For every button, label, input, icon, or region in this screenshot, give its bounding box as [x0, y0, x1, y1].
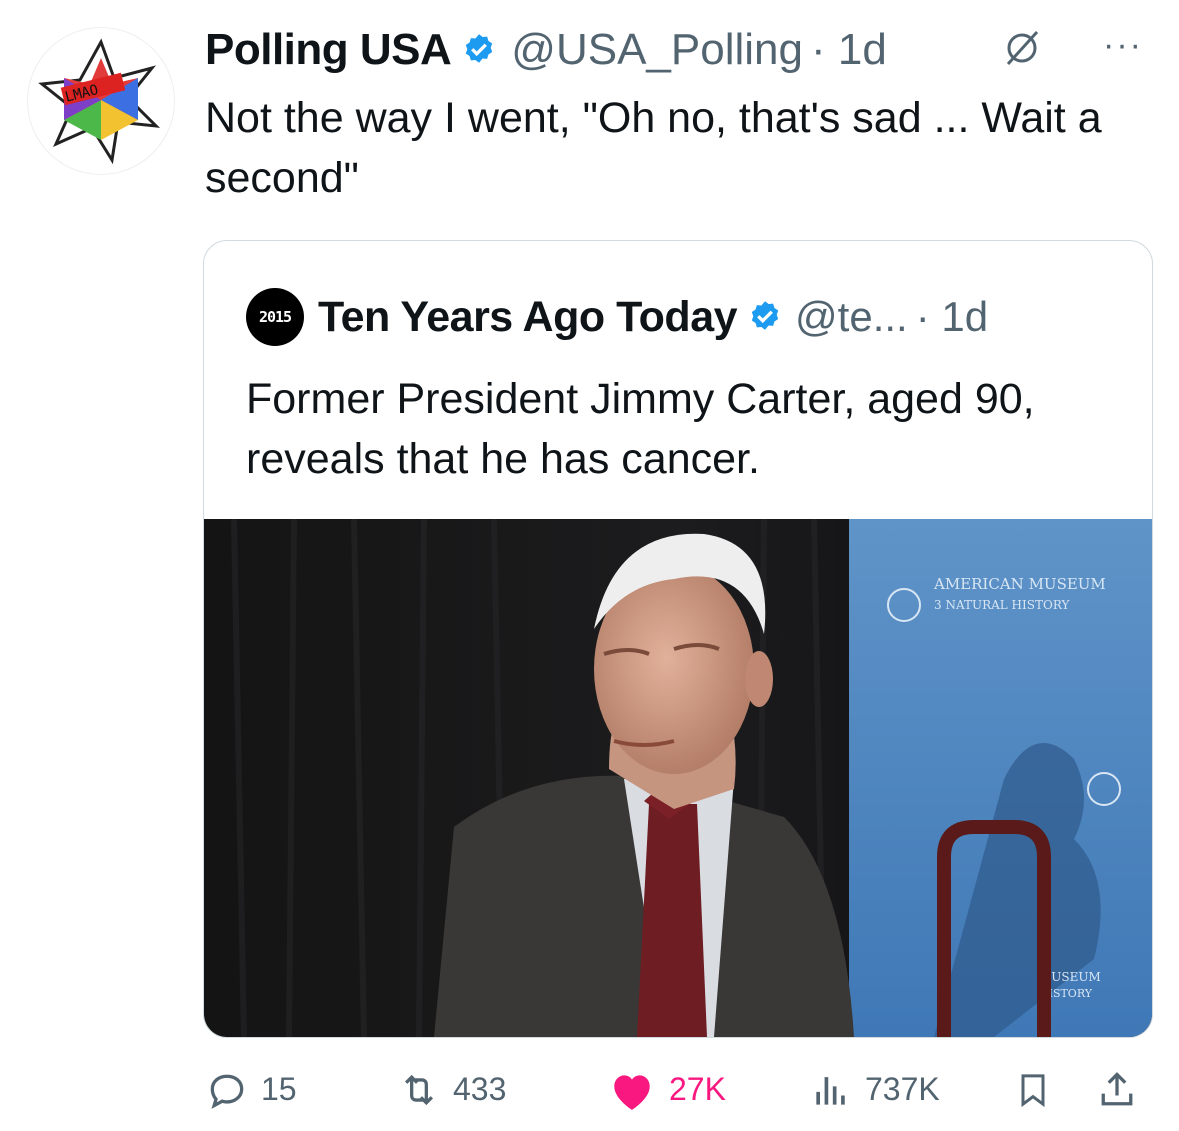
- star-logo-icon: LMAO: [38, 38, 161, 165]
- verified-icon: [466, 34, 493, 63]
- author-avatar[interactable]: LMAO: [27, 27, 175, 175]
- views-count: 737K: [865, 1071, 940, 1107]
- quoted-text: Former President Jimmy Carter, aged 90, …: [246, 375, 1035, 483]
- like-count: 27K: [669, 1071, 726, 1107]
- grok-icon[interactable]: [1000, 26, 1044, 70]
- svg-text:AMERICAN MUSEUM: AMERICAN MUSEUM: [933, 575, 1106, 593]
- verified-icon: [751, 301, 779, 330]
- views-button[interactable]: 737K: [809, 1062, 940, 1117]
- quoted-avatar[interactable]: 2015: [246, 288, 304, 346]
- more-icon[interactable]: ···: [1103, 26, 1143, 65]
- action-bar: 15 433 27K 737K: [205, 1062, 1145, 1117]
- quoted-author-name[interactable]: Ten Years Ago Today: [318, 293, 738, 342]
- post-text: Not the way I went, "Oh no, that's sad .…: [205, 94, 1102, 202]
- post-time[interactable]: · 1d: [811, 25, 887, 75]
- quoted-photo[interactable]: AMERICAN MUSEUM 3 NATURAL HISTORY MUSEUM…: [204, 519, 1152, 1037]
- reply-count: 15: [261, 1071, 297, 1107]
- author-handle[interactable]: @USA_Polling: [511, 25, 803, 75]
- reply-button[interactable]: 15: [205, 1062, 297, 1117]
- like-icon: [614, 1074, 650, 1110]
- quoted-header: 2015 Ten Years Ago Today @te... · 1d: [246, 288, 988, 346]
- repost-icon: [404, 1074, 434, 1105]
- author-name[interactable]: Polling USA: [205, 25, 452, 75]
- photo-jimmy-carter: AMERICAN MUSEUM 3 NATURAL HISTORY MUSEUM…: [204, 519, 1152, 1037]
- repost-button[interactable]: 433: [397, 1062, 506, 1117]
- quoted-time[interactable]: · 1d: [916, 293, 988, 341]
- quoted-author-handle[interactable]: @te...: [795, 293, 908, 341]
- bookmark-icon[interactable]: [1013, 1068, 1053, 1112]
- like-button[interactable]: 27K: [607, 1062, 726, 1117]
- svg-text:3 NATURAL HISTORY: 3 NATURAL HISTORY: [934, 598, 1070, 612]
- quoted-post[interactable]: 2015 Ten Years Ago Today @te... · 1d For…: [203, 240, 1153, 1038]
- reply-icon: [210, 1074, 244, 1109]
- views-icon: [816, 1076, 845, 1105]
- share-icon[interactable]: [1095, 1068, 1139, 1112]
- repost-count: 433: [453, 1071, 507, 1107]
- post-header: Polling USA @USA_Polling · 1d: [205, 20, 887, 80]
